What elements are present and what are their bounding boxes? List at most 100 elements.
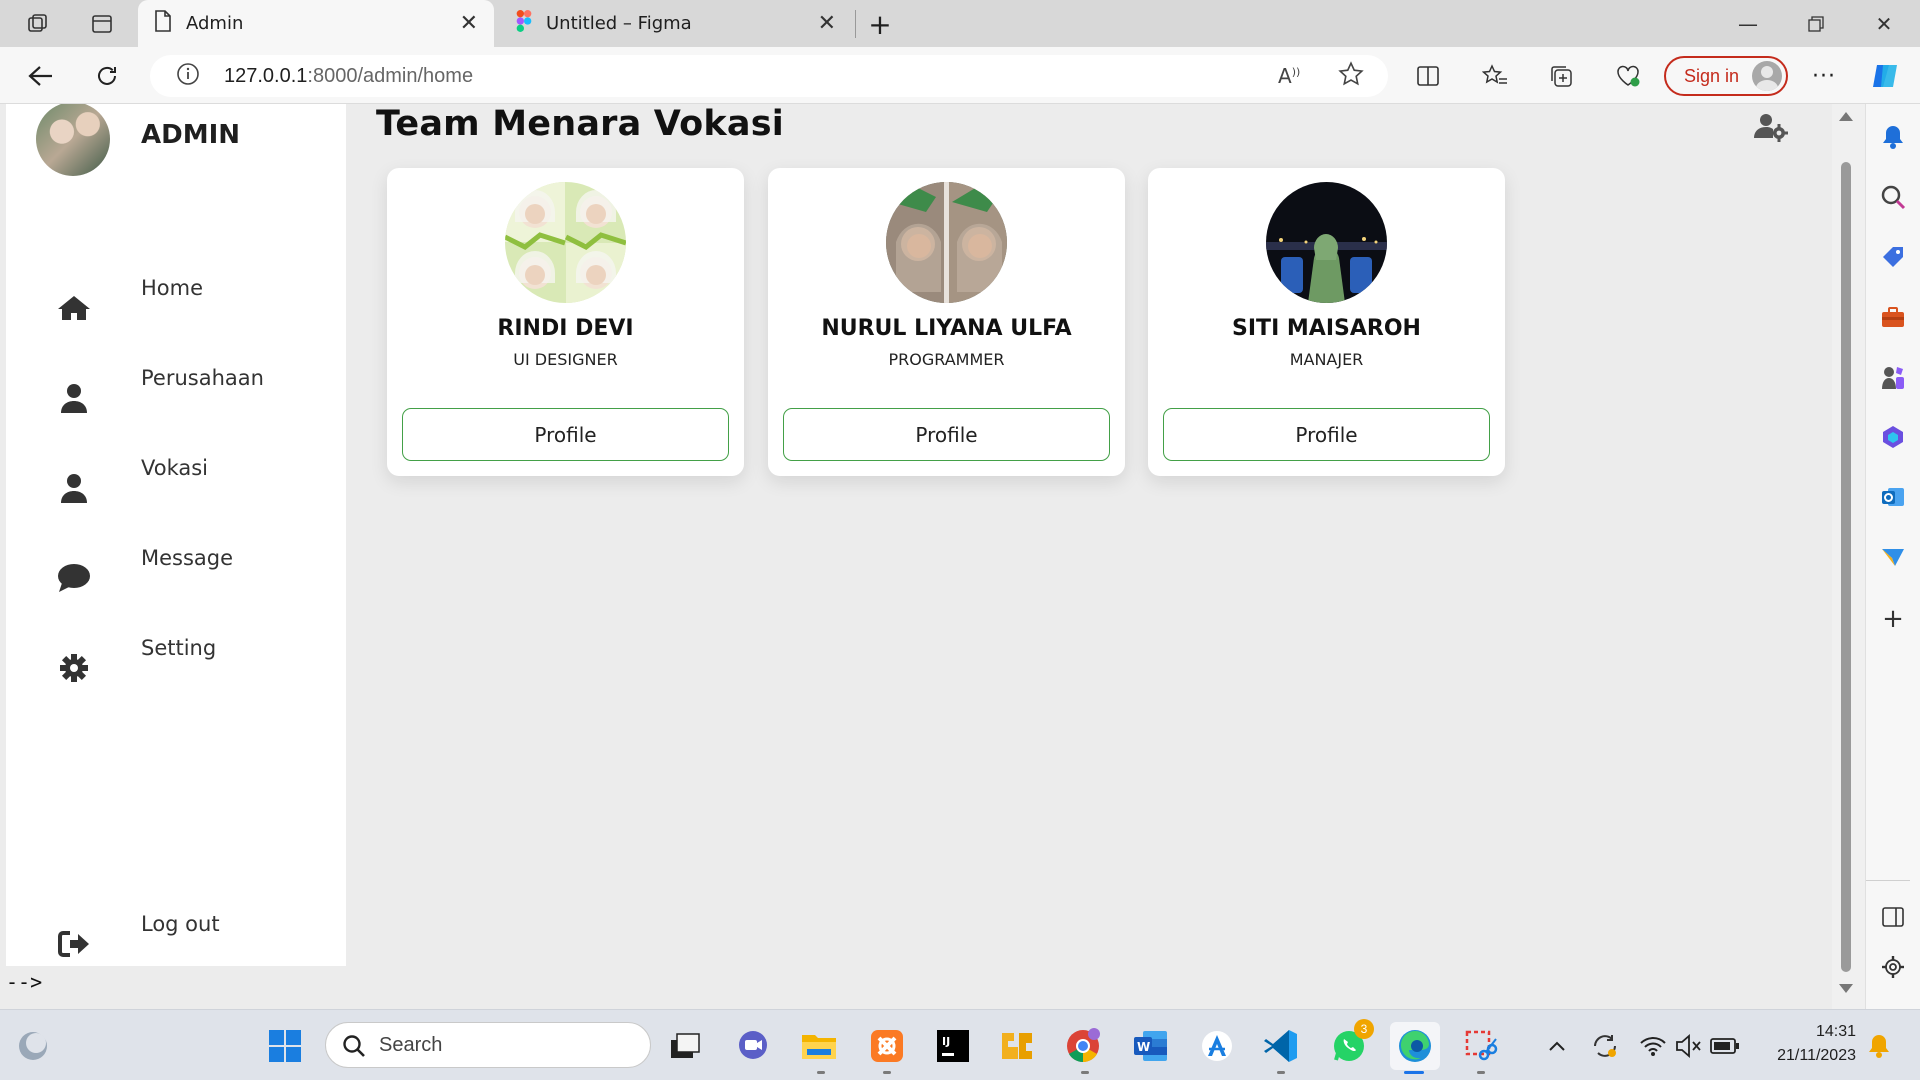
logout-button[interactable]: Log out	[6, 912, 346, 972]
gear-icon	[56, 652, 92, 684]
edge-browser-icon[interactable]	[1390, 1022, 1440, 1070]
new-tab-icon[interactable]: +	[866, 8, 894, 41]
scroll-down-icon[interactable]	[1839, 984, 1853, 993]
weather-widget-icon[interactable]	[14, 1027, 52, 1065]
games-icon[interactable]	[1878, 362, 1908, 392]
running-indicator	[1081, 1071, 1089, 1074]
favorite-star-icon[interactable]	[1338, 61, 1364, 91]
wifi-icon[interactable]	[1634, 1027, 1672, 1065]
member-name: NURUL LIYANA ULFA	[821, 316, 1072, 341]
favorites-icon[interactable]	[1478, 59, 1512, 93]
whatsapp-badge: 3	[1354, 1019, 1374, 1039]
search-icon[interactable]	[1878, 182, 1908, 212]
site-info-icon[interactable]	[176, 62, 200, 90]
sidebar-item-setting[interactable]: Setting	[6, 636, 346, 696]
profile-button[interactable]: Profile	[1163, 408, 1490, 461]
browser-essentials-icon[interactable]	[1611, 59, 1645, 93]
minimize-icon[interactable]: —	[1714, 0, 1782, 47]
microsoft365-icon[interactable]	[1878, 422, 1908, 452]
file-explorer-icon[interactable]	[800, 1027, 838, 1065]
tab-admin[interactable]: Admin ✕	[138, 0, 494, 47]
member-name: SITI MAISAROH	[1232, 316, 1421, 341]
settings-gear-icon[interactable]	[1878, 952, 1908, 982]
volume-muted-icon[interactable]	[1670, 1027, 1708, 1065]
add-icon[interactable]: +	[1878, 604, 1908, 634]
admin-avatar	[36, 104, 110, 176]
edge-sidebar-divider	[1866, 880, 1910, 881]
user-settings-icon[interactable]	[1754, 112, 1788, 142]
shopping-tag-icon[interactable]	[1878, 242, 1908, 272]
tab-title: Admin	[186, 13, 244, 34]
sidebar-item-message[interactable]: Message	[6, 546, 346, 606]
sign-in-button[interactable]: Sign in	[1664, 56, 1788, 96]
profile-button[interactable]: Profile	[783, 408, 1110, 461]
store-app-icon[interactable]	[1198, 1027, 1236, 1065]
intellij-icon[interactable]: IJ	[934, 1027, 972, 1065]
battery-icon[interactable]	[1706, 1027, 1744, 1065]
workspaces-icon[interactable]	[24, 10, 52, 38]
sidebar-title: ADMIN	[141, 120, 241, 150]
task-view-icon[interactable]	[666, 1027, 704, 1065]
copilot-icon[interactable]	[1868, 59, 1902, 93]
browser-toolbar: 127.0.0.1:8000/admin/home A)) Sign in ··…	[0, 47, 1920, 104]
address-bar[interactable]: 127.0.0.1:8000/admin/home A))	[150, 55, 1388, 97]
send-icon[interactable]	[1878, 542, 1908, 572]
chrome-icon[interactable]	[1064, 1027, 1102, 1065]
split-screen-icon[interactable]	[1411, 59, 1445, 93]
teams-chat-icon[interactable]	[734, 1027, 772, 1065]
back-arrow-icon[interactable]	[24, 59, 58, 93]
notification-bell-icon[interactable]	[1860, 1027, 1898, 1065]
more-options-icon[interactable]: ···	[1807, 59, 1841, 93]
clock-date: 21/11/2023	[1777, 1047, 1856, 1064]
clock-time: 14:31	[1815, 1023, 1856, 1040]
refresh-icon[interactable]	[90, 59, 124, 93]
vscode-icon[interactable]	[1262, 1027, 1300, 1065]
team-card: SITI MAISAROH MANAJER Profile	[1148, 168, 1505, 476]
page-scrollbar[interactable]	[1832, 104, 1865, 1009]
collections-icon[interactable]	[1545, 59, 1579, 93]
read-aloud-icon[interactable]: A))	[1278, 64, 1300, 88]
edge-sidebar: +	[1865, 104, 1920, 1009]
sidebar-item-label: Message	[141, 546, 234, 570]
profile-button[interactable]: Profile	[402, 408, 729, 461]
running-indicator	[1477, 1071, 1485, 1074]
home-icon	[56, 292, 92, 324]
xampp-icon[interactable]	[868, 1027, 906, 1065]
sidebar-item-label: Setting	[141, 636, 217, 660]
chevron-up-icon[interactable]	[1538, 1027, 1576, 1065]
scroll-thumb[interactable]	[1841, 162, 1851, 972]
scroll-up-icon[interactable]	[1839, 112, 1853, 121]
close-tab-icon[interactable]: ✕	[460, 11, 478, 36]
page-title: Team Menara Vokasi	[376, 104, 784, 144]
close-window-icon[interactable]: ✕	[1850, 0, 1918, 47]
close-tab-icon[interactable]: ✕	[818, 11, 836, 36]
outlook-icon[interactable]	[1878, 482, 1908, 512]
user-icon	[56, 382, 92, 414]
restore-icon[interactable]	[1782, 0, 1850, 47]
taskbar-clock[interactable]: 14:31 21/11/2023	[1752, 1020, 1856, 1068]
sidebar-item-home[interactable]: Home	[6, 276, 346, 336]
figma-icon	[516, 10, 532, 37]
member-photo	[886, 182, 1007, 303]
sidebar-item-vokasi[interactable]: Vokasi	[6, 456, 346, 516]
sidebar-item-label: Vokasi	[141, 456, 209, 480]
tools-briefcase-icon[interactable]	[1878, 302, 1908, 332]
member-role: PROGRAMMER	[888, 350, 1005, 369]
whatsapp-icon[interactable]: 3	[1330, 1019, 1374, 1065]
team-card: NURUL LIYANA ULFA PROGRAMMER Profile	[768, 168, 1125, 476]
maps-tool-icon[interactable]	[998, 1027, 1036, 1065]
tab-divider	[855, 10, 856, 38]
hide-sidebar-icon[interactable]	[1878, 902, 1908, 932]
sidebar-item-perusahaan[interactable]: Perusahaan	[6, 366, 346, 426]
active-indicator	[1404, 1071, 1424, 1074]
running-indicator	[817, 1071, 825, 1074]
snipping-tool-icon[interactable]	[1462, 1027, 1500, 1065]
tab-figma[interactable]: Untitled – Figma ✕	[500, 0, 852, 47]
notification-bell-icon[interactable]	[1878, 122, 1908, 152]
tab-actions-icon[interactable]	[88, 10, 116, 38]
word-icon[interactable]: W	[1132, 1027, 1170, 1065]
taskbar-search-input[interactable]: Search	[325, 1022, 651, 1068]
sidebar-item-label: Perusahaan	[141, 366, 264, 390]
sync-icon[interactable]	[1586, 1027, 1624, 1065]
windows-start-icon[interactable]	[266, 1027, 304, 1065]
